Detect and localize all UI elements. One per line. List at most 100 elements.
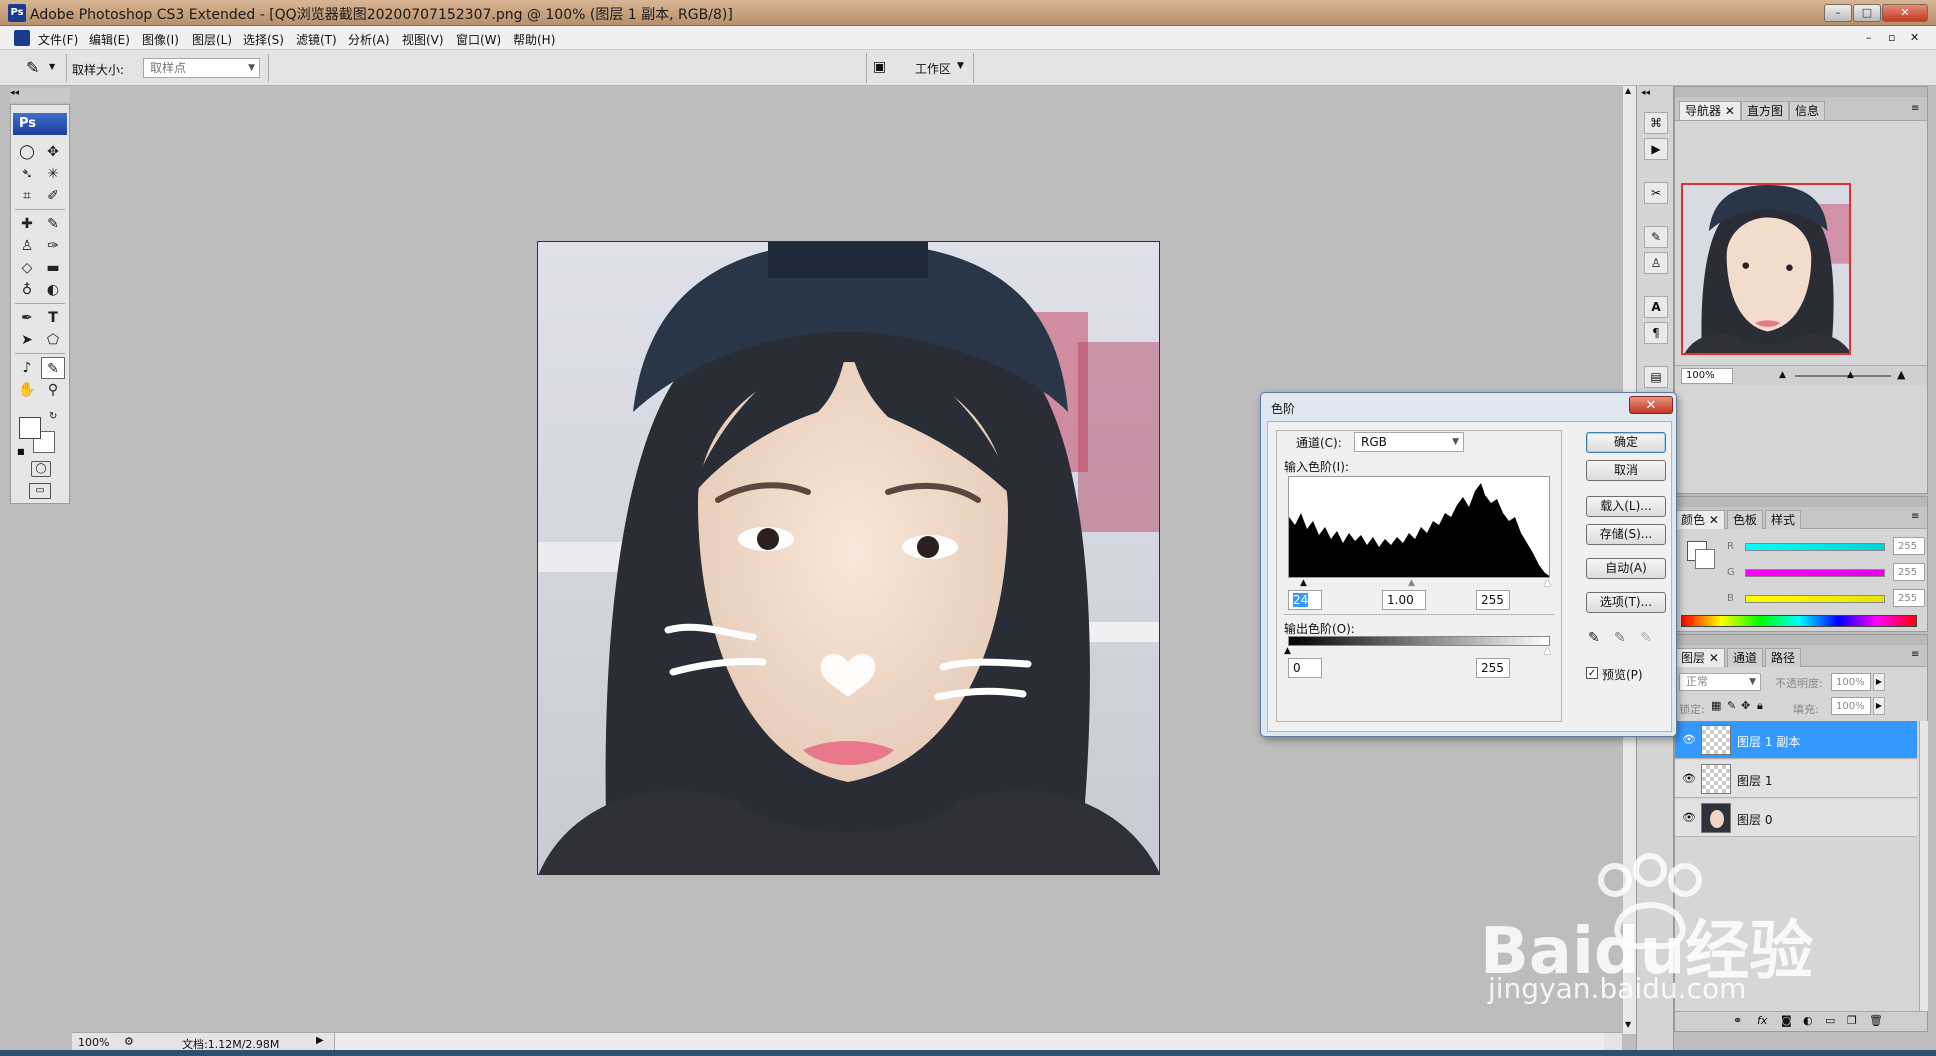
menu-filter[interactable]: 滤镜(T) [296,31,337,48]
channel-select[interactable]: RGB ▼ [1354,432,1464,452]
default-colors-icon[interactable]: ■ [17,447,25,456]
scroll-up-icon[interactable]: ▲ [1625,86,1631,95]
input-gamma-slider-icon[interactable]: ▲ [1408,578,1415,588]
panel-grip[interactable] [1675,87,1927,97]
auto-button[interactable]: 自动(A) [1586,558,1666,579]
chevron-down-icon[interactable]: ▼ [957,61,964,71]
black-point-eyedropper-icon[interactable]: ✎ [1588,630,1600,646]
swap-colors-icon[interactable]: ↻ [49,411,57,422]
zoom-slider-thumb-icon[interactable]: ▲ [1847,370,1854,380]
options-button[interactable]: 选项(T)... [1586,592,1666,613]
eyedropper-icon[interactable]: ✎ [26,58,39,77]
notes-tool-icon[interactable]: ♪ [15,357,39,379]
status-icon[interactable]: ⚙ [124,1035,134,1048]
visibility-eye-icon[interactable]: 👁︎ [1682,733,1696,746]
menu-help[interactable]: 帮助(H) [513,31,555,48]
doc-restore-icon[interactable]: ▫ [1888,31,1895,44]
hand-tool-icon[interactable]: ✋ [15,379,39,401]
type-tool-icon[interactable]: T [41,307,65,329]
panel-menu-icon[interactable]: ≡ [1911,103,1919,114]
input-gamma-field[interactable]: 1.00 [1382,590,1426,610]
layer-row-1[interactable]: 👁︎ 图层 1 [1675,760,1917,798]
panel-grip[interactable] [1675,635,1927,645]
character-panel-icon[interactable]: A [1644,296,1668,318]
fill-arrow-icon[interactable]: ▶ [1873,697,1885,715]
zoom-level[interactable]: 100% [78,1036,109,1049]
color-spectrum-ramp[interactable] [1681,615,1917,627]
eraser-tool-icon[interactable]: ◇ [15,257,39,279]
healing-brush-tool-icon[interactable]: ✚ [15,213,39,235]
dock-collapse-icon[interactable]: ◂◂ [1641,88,1650,98]
new-group-icon[interactable]: ▭ [1825,1014,1835,1027]
status-menu-arrow-icon[interactable]: ▶ [316,1035,324,1046]
eyedropper-tool-icon[interactable]: ✎ [41,357,65,379]
ok-button[interactable]: 确定 [1586,432,1666,453]
crop-tool-icon[interactable]: ⌗ [15,185,39,207]
canvas-photo[interactable] [537,241,1160,875]
clone-stamp-tool-icon[interactable]: ♙ [15,235,39,257]
minimize-button[interactable]: – [1824,4,1852,22]
screen-mode-icon[interactable]: ▭ [29,483,51,499]
shape-tool-icon[interactable]: ⬠ [41,329,65,351]
menu-window[interactable]: 窗口(W) [456,31,501,48]
background-color-swatch[interactable] [1695,549,1715,569]
load-button[interactable]: 载入(L)... [1586,496,1666,517]
opacity-input[interactable]: 100% [1831,673,1871,691]
workspace-menu[interactable]: 工作区 [915,60,951,77]
navigator-preview[interactable] [1681,183,1851,355]
tool-presets-panel-icon[interactable]: ✂ [1644,182,1668,204]
panel-menu-icon[interactable]: ≡ [1911,511,1919,522]
layer-row-copy[interactable]: 👁︎ 图层 1 副本 [1675,721,1917,759]
navigator-zoom-input[interactable]: 100% [1681,368,1733,384]
adjustment-layer-icon[interactable]: ◐ [1803,1014,1813,1027]
fill-input[interactable]: 100% [1831,697,1871,715]
channel-r-slider[interactable] [1745,543,1885,551]
sample-size-select[interactable]: 取样点 ▼ [143,58,260,78]
zoom-tool-icon[interactable]: ⚲ [41,379,65,401]
input-black-slider-icon[interactable]: ▲ [1300,578,1307,588]
brushes-panel-icon[interactable]: ✎ [1644,226,1668,248]
menu-select[interactable]: 选择(S) [243,31,284,48]
clone-source-panel-icon[interactable]: ♙ [1644,252,1668,274]
history-panel-icon[interactable]: ⌘ [1644,112,1668,134]
horizontal-scrollbar[interactable] [334,1033,1604,1051]
lock-position-icon[interactable]: ✥ [1741,699,1750,712]
delete-layer-icon[interactable]: 🗑︎ [1869,1014,1883,1027]
close-window-button[interactable]: ✕ [1882,4,1928,22]
menu-file[interactable]: 文件(F) [38,31,78,48]
layers-scrollbar[interactable] [1919,721,1928,1011]
zoom-in-icon[interactable]: ▲ [1897,368,1905,381]
input-white-slider-icon[interactable]: ▲ [1544,578,1551,588]
dialog-close-button[interactable]: ✕ [1629,396,1673,414]
output-white-slider-icon[interactable]: ▲ [1544,646,1551,656]
doc-minimize-icon[interactable]: – [1866,31,1872,44]
channel-r-value[interactable]: 255 [1893,537,1925,555]
tab-histogram[interactable]: 直方图 [1741,101,1790,120]
quick-mask-icon[interactable]: ◯ [31,461,51,477]
panel-grip[interactable] [1675,497,1927,507]
menu-layer[interactable]: 图层(L) [192,31,232,48]
new-layer-icon[interactable]: ❐ [1847,1014,1857,1027]
channel-b-slider[interactable] [1745,595,1885,603]
tab-paths[interactable]: 路径 [1765,648,1802,667]
menu-image[interactable]: 图像(I) [142,31,179,48]
save-button[interactable]: 存储(S)... [1586,524,1666,545]
white-point-eyedropper-icon[interactable]: ✎ [1640,630,1652,646]
layer-row-0[interactable]: 👁︎ 图层 0 [1675,799,1917,837]
magic-wand-tool-icon[interactable]: ✳ [41,163,65,185]
layer-mask-icon[interactable]: ◙ [1781,1014,1792,1027]
tab-channels[interactable]: 通道 [1727,648,1764,667]
input-black-field[interactable]: 24 [1288,590,1322,610]
doc-close-icon[interactable]: ✕ [1910,31,1919,44]
maximize-button[interactable]: □ [1853,4,1881,22]
tab-info[interactable]: 信息 [1789,101,1826,120]
dodge-tool-icon[interactable]: ◐ [41,279,65,301]
visibility-eye-icon[interactable]: 👁︎ [1682,772,1696,785]
link-layers-icon[interactable]: ⚭ [1733,1014,1742,1027]
lock-all-icon[interactable]: 🔒︎ [1757,699,1763,713]
channel-g-value[interactable]: 255 [1893,563,1925,581]
tab-swatches[interactable]: 色板 [1727,510,1764,529]
marquee-tool-icon[interactable]: ◯ [15,141,39,163]
menu-analysis[interactable]: 分析(A) [348,31,390,48]
tab-navigator[interactable]: 导航器 ✕ [1679,101,1741,120]
